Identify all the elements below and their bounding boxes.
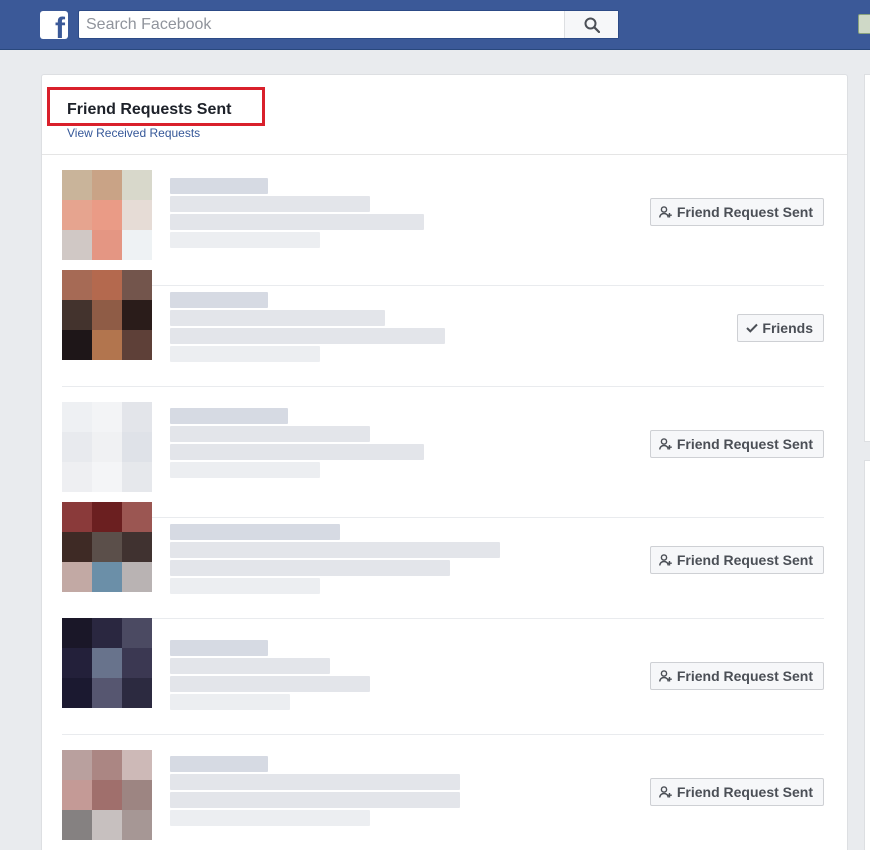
friend-request-sent-button[interactable]: Friend Request Sent	[649, 198, 824, 226]
app-icon[interactable]	[858, 14, 870, 34]
button-label: Friends	[762, 320, 813, 336]
avatar[interactable]	[62, 750, 152, 840]
list-item: Friend Request Sent	[62, 502, 824, 619]
detail-placeholder	[170, 310, 385, 326]
list-item: Friend Request Sent	[62, 734, 824, 850]
detail-placeholder	[170, 196, 370, 212]
right-sidebar-panel	[864, 74, 870, 442]
detail-placeholder	[170, 658, 330, 674]
detail-placeholder	[170, 232, 320, 248]
facebook-logo-letter: f	[55, 12, 65, 40]
detail-placeholder	[170, 214, 424, 230]
name-placeholder	[170, 292, 268, 308]
detail-placeholder	[170, 774, 460, 790]
list-item: Friend Request Sent	[62, 402, 824, 518]
add-friend-icon	[658, 206, 673, 218]
button-label: Friend Request Sent	[676, 552, 813, 568]
detail-placeholder	[170, 578, 320, 594]
right-sidebar-panel-lower	[864, 460, 870, 850]
checkmark-icon	[746, 323, 759, 333]
panel-header: Friend Requests Sent View Received Reque…	[42, 75, 847, 155]
search-icon	[584, 17, 600, 33]
button-label: Friend Request Sent	[676, 784, 813, 800]
search-box	[78, 10, 619, 39]
detail-placeholder	[170, 542, 500, 558]
page-title: Friend Requests Sent	[67, 101, 232, 118]
list-item: Friend Request Sent	[62, 170, 824, 286]
detail-placeholder	[170, 328, 445, 344]
detail-placeholder	[170, 462, 320, 478]
name-placeholder	[170, 640, 268, 656]
list-item: Friends	[62, 270, 824, 387]
facebook-logo[interactable]: f	[40, 11, 68, 39]
friend-request-sent-button[interactable]: Friend Request Sent	[649, 430, 824, 458]
divider	[62, 386, 824, 387]
detail-placeholder	[170, 426, 370, 442]
friends-button[interactable]: Friends	[737, 314, 824, 342]
detail-placeholder	[170, 560, 450, 576]
list-item: Friend Request Sent	[62, 618, 824, 735]
avatar[interactable]	[62, 270, 152, 360]
add-friend-icon	[658, 438, 673, 450]
friend-request-sent-button[interactable]: Friend Request Sent	[649, 662, 824, 690]
avatar[interactable]	[62, 402, 152, 492]
button-label: Friend Request Sent	[676, 668, 813, 684]
detail-placeholder	[170, 694, 290, 710]
top-navigation-bar: f	[0, 0, 870, 50]
name-placeholder	[170, 756, 268, 772]
detail-placeholder	[170, 792, 460, 808]
friend-request-sent-button[interactable]: Friend Request Sent	[649, 778, 824, 806]
add-friend-icon	[658, 786, 673, 798]
name-placeholder	[170, 524, 340, 540]
avatar[interactable]	[62, 502, 152, 592]
view-received-requests-link[interactable]: View Received Requests	[67, 126, 200, 140]
detail-placeholder	[170, 810, 370, 826]
detail-placeholder	[170, 676, 370, 692]
avatar[interactable]	[62, 170, 152, 260]
detail-placeholder	[170, 346, 320, 362]
search-input[interactable]	[79, 11, 559, 38]
friend-request-sent-button[interactable]: Friend Request Sent	[649, 546, 824, 574]
detail-placeholder	[170, 444, 424, 460]
add-friend-icon	[658, 670, 673, 682]
name-placeholder	[170, 178, 268, 194]
button-label: Friend Request Sent	[676, 436, 813, 452]
name-placeholder	[170, 408, 288, 424]
search-button[interactable]	[564, 11, 618, 38]
add-friend-icon	[658, 554, 673, 566]
avatar[interactable]	[62, 618, 152, 708]
button-label: Friend Request Sent	[676, 204, 813, 220]
